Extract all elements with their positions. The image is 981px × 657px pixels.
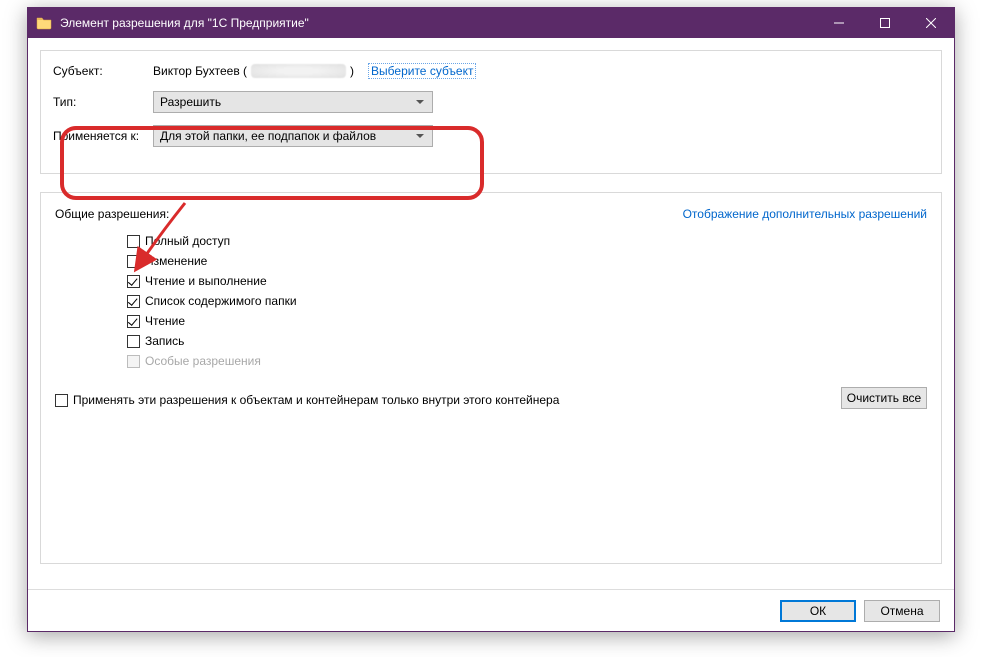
permission-label: Запись (145, 334, 184, 348)
permission-item: Список содержимого папки (127, 291, 927, 311)
ok-button[interactable]: ОК (780, 600, 856, 622)
dialog-footer: ОК Отмена (28, 589, 954, 631)
folder-icon (36, 15, 52, 31)
permission-checkbox[interactable] (127, 335, 140, 348)
titlebar[interactable]: Элемент разрешения для "1С Предприятие" (28, 8, 954, 38)
applies-value: Для этой папки, ее подпапок и файлов (160, 129, 376, 143)
type-value: Разрешить (160, 95, 221, 109)
permission-label: Полный доступ (145, 234, 230, 248)
window-title: Элемент разрешения для "1С Предприятие" (60, 16, 309, 30)
apply-only-label: Применять эти разрешения к объектам и ко… (73, 393, 559, 407)
permission-item: Чтение и выполнение (127, 271, 927, 291)
permission-checkbox[interactable] (127, 275, 140, 288)
type-row: Тип: Разрешить (53, 91, 929, 113)
type-label: Тип: (53, 95, 153, 109)
applies-combobox[interactable]: Для этой папки, ее подпапок и файлов (153, 125, 433, 147)
permission-checkbox (127, 355, 140, 368)
close-button[interactable] (908, 8, 954, 38)
permission-item: Особые разрешения (127, 351, 927, 371)
minimize-button[interactable] (816, 8, 862, 38)
permission-item: Запись (127, 331, 927, 351)
permission-item: Чтение (127, 311, 927, 331)
subject-name: Виктор Бухтеев () (153, 64, 354, 79)
permissions-heading: Общие разрешения: (55, 207, 169, 221)
applies-label: Применяется к: (53, 129, 153, 143)
advanced-permissions-link[interactable]: Отображение дополнительных разрешений (683, 207, 927, 221)
permission-label: Изменение (145, 254, 207, 268)
type-combobox[interactable]: Разрешить (153, 91, 433, 113)
permission-checkbox[interactable] (127, 295, 140, 308)
client-area: Субъект: Виктор Бухтеев () Выберите субъ… (28, 38, 954, 631)
permission-label: Список содержимого папки (145, 294, 297, 308)
permission-label: Особые разрешения (145, 354, 261, 368)
permission-item: Изменение (127, 251, 927, 271)
permission-label: Чтение (145, 314, 185, 328)
permissions-list: Полный доступ Изменение Чтение и выполнени… (127, 231, 927, 371)
cancel-button[interactable]: Отмена (864, 600, 940, 622)
permission-checkbox[interactable] (127, 315, 140, 328)
permission-label: Чтение и выполнение (145, 274, 267, 288)
permission-item: Полный доступ (127, 231, 927, 251)
subject-account-redacted (251, 64, 346, 78)
applies-row: Применяется к: Для этой папки, ее подпап… (53, 125, 929, 147)
permission-checkbox[interactable] (127, 235, 140, 248)
permissions-header: Общие разрешения: Отображение дополнител… (55, 207, 927, 221)
apply-only-checkbox[interactable] (55, 394, 68, 407)
permission-entry-window: Элемент разрешения для "1С Предприятие" … (27, 7, 955, 632)
subject-label: Субъект: (53, 64, 153, 78)
maximize-button[interactable] (862, 8, 908, 38)
permission-checkbox[interactable] (127, 255, 140, 268)
select-subject-link[interactable]: Выберите субъект (368, 63, 476, 79)
window-controls (816, 8, 954, 38)
clear-all-button[interactable]: Очистить все (841, 387, 927, 409)
apply-only-row: Применять эти разрешения к объектам и ко… (55, 393, 927, 407)
subject-row: Субъект: Виктор Бухтеев () Выберите субъ… (53, 63, 929, 79)
principal-panel: Субъект: Виктор Бухтеев () Выберите субъ… (40, 50, 942, 174)
permissions-panel: Общие разрешения: Отображение дополнител… (40, 192, 942, 564)
